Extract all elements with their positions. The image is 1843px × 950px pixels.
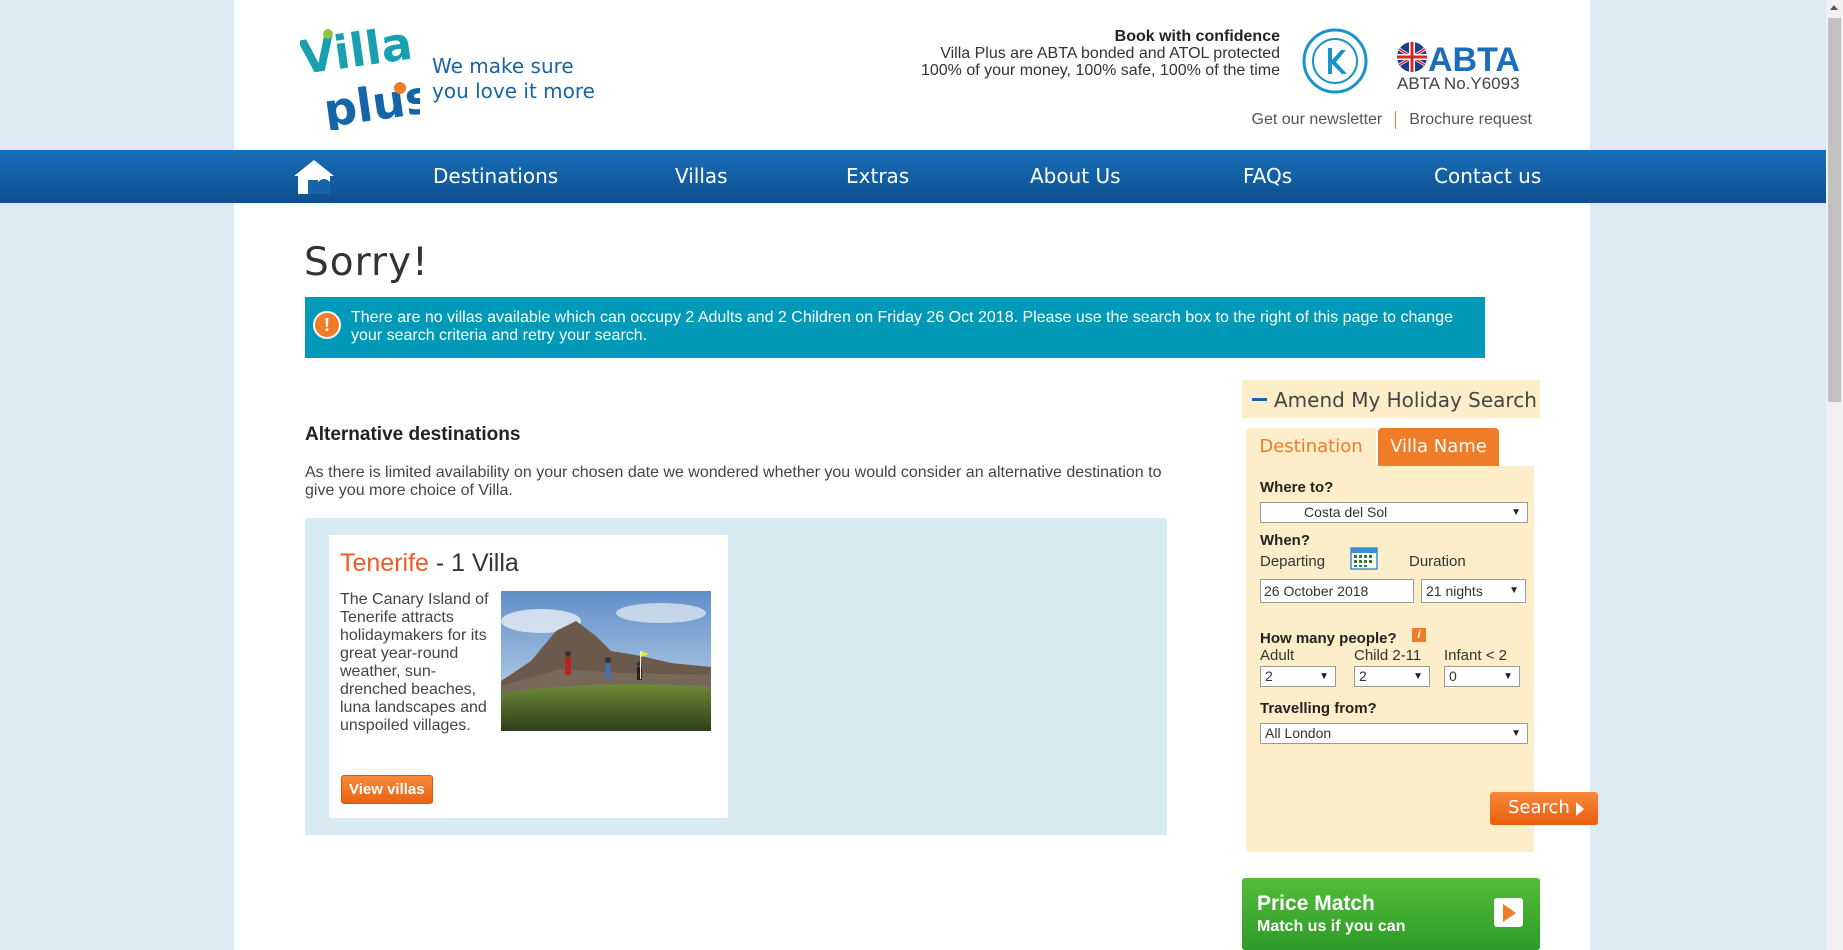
- page-title: Sorry!: [304, 240, 429, 285]
- duration-select[interactable]: 21 nights ▼: [1421, 579, 1526, 603]
- villa-count: - 1 Villa: [428, 549, 519, 577]
- tab-destination[interactable]: Destination: [1246, 428, 1376, 466]
- departure-airport-value: All London: [1265, 725, 1332, 741]
- confidence-line-1: Villa Plus are ABTA bonded and ATOL prot…: [940, 45, 1280, 62]
- chevron-down-icon: ▼: [1503, 671, 1513, 682]
- chevron-down-icon: ▼: [1509, 585, 1519, 596]
- tab-villa-name[interactable]: Villa Name: [1378, 428, 1499, 466]
- destination-description: The Canary Island of Tenerife attracts h…: [340, 591, 489, 734]
- villa-plus-logo[interactable]: Villa plus: [300, 18, 420, 130]
- abta-number: ABTA No.Y6093: [1397, 74, 1520, 93]
- search-button[interactable]: Search: [1490, 792, 1598, 825]
- duration-select-value: 21 nights: [1426, 583, 1483, 599]
- infant-select[interactable]: 0 ▼: [1444, 666, 1520, 687]
- child-select-value: 2: [1359, 668, 1367, 684]
- price-match-subtitle: Match us if you can: [1257, 918, 1406, 935]
- adult-label: Adult: [1260, 647, 1295, 664]
- departure-airport-select[interactable]: All London ▼: [1260, 723, 1528, 744]
- departing-date-input[interactable]: 26 October 2018: [1260, 579, 1414, 603]
- play-arrow-icon: [1576, 802, 1584, 816]
- nav-faqs[interactable]: FAQs: [1243, 150, 1292, 203]
- alternative-destinations-title: Alternative destinations: [305, 424, 521, 445]
- travelling-from-label: Travelling from?: [1260, 700, 1377, 717]
- amend-search-header[interactable]: Amend My Holiday Search: [1242, 380, 1540, 418]
- when-label: When?: [1260, 532, 1310, 549]
- chevron-down-icon: ▼: [1413, 671, 1423, 682]
- newsletter-link[interactable]: Get our newsletter: [1252, 111, 1383, 129]
- tenerife-photo[interactable]: [501, 591, 711, 731]
- home-icon[interactable]: [292, 158, 336, 196]
- calendar-icon[interactable]: [1350, 547, 1378, 570]
- infant-label: Infant < 2: [1444, 647, 1507, 664]
- play-arrow-icon: [1494, 898, 1523, 927]
- nav-about-us[interactable]: About Us: [1030, 150, 1121, 203]
- main-nav: Destinations Villas Extras About Us FAQs…: [234, 150, 1590, 203]
- confidence-block: Book with confidence Villa Plus are ABTA…: [921, 28, 1280, 79]
- alert-text: There are no villas available which can …: [351, 309, 1453, 344]
- tagline-line-2: you love it more: [432, 79, 595, 103]
- destination-select-value: Costa del Sol: [1304, 504, 1388, 520]
- site-header: Villa plus We make sure you love it more…: [234, 0, 1590, 150]
- tagline: We make sure you love it more: [432, 54, 595, 104]
- chevron-down-icon: ▼: [1511, 507, 1521, 518]
- scrollbar-thumb[interactable]: [1828, 18, 1841, 402]
- destination-name[interactable]: Tenerife: [340, 549, 429, 577]
- nav-extras[interactable]: Extras: [846, 150, 909, 203]
- nav-destinations[interactable]: Destinations: [433, 150, 558, 203]
- alternative-destinations-desc: As there is limited availability on your…: [305, 464, 1162, 499]
- duration-label: Duration: [1409, 553, 1466, 570]
- scroll-up-icon[interactable]: [1830, 5, 1838, 10]
- chevron-down-icon: ▼: [1511, 728, 1521, 739]
- chevron-down-icon: ▼: [1319, 671, 1329, 682]
- price-match-banner[interactable]: Price Match Match us if you can: [1242, 878, 1540, 950]
- header-links: Get our newsletter Brochure request: [1252, 111, 1532, 129]
- page-container: Villa plus We make sure you love it more…: [234, 0, 1598, 950]
- tagline-line-1: We make sure: [432, 54, 574, 78]
- atol-protected-logo: [1302, 28, 1368, 94]
- collapse-icon[interactable]: [1252, 398, 1267, 401]
- adult-select[interactable]: 2 ▼: [1260, 666, 1336, 687]
- vertical-scrollbar[interactable]: [1826, 0, 1843, 950]
- no-availability-alert: ! There are no villas available which ca…: [305, 297, 1485, 358]
- search-button-label: Search: [1508, 797, 1570, 818]
- nav-villas[interactable]: Villas: [675, 150, 728, 203]
- view-villas-button[interactable]: View villas: [341, 775, 433, 804]
- info-icon[interactable]: i: [1412, 628, 1426, 642]
- amend-search-title: Amend My Holiday Search: [1274, 388, 1537, 412]
- destination-select[interactable]: Costa del Sol ▼: [1260, 502, 1528, 523]
- alert-icon: !: [313, 311, 341, 339]
- how-many-people-label: How many people?: [1260, 630, 1397, 647]
- brochure-request-link[interactable]: Brochure request: [1409, 111, 1532, 129]
- child-select[interactable]: 2 ▼: [1354, 666, 1430, 687]
- price-match-title: Price Match: [1257, 892, 1375, 915]
- nav-contact-us[interactable]: Contact us: [1434, 150, 1541, 203]
- where-to-label: Where to?: [1260, 479, 1334, 496]
- infant-select-value: 0: [1449, 668, 1457, 684]
- departing-label: Departing: [1260, 553, 1326, 570]
- link-divider: [1395, 111, 1397, 129]
- destination-card-title: Tenerife - 1 Villa: [340, 549, 519, 578]
- confidence-line-2: 100% of your money, 100% safe, 100% of t…: [920, 62, 1280, 79]
- destination-card: Tenerife - 1 Villa The Canary Island of …: [329, 535, 728, 818]
- child-label: Child 2-11: [1354, 647, 1422, 664]
- confidence-title: Book with confidence: [1114, 28, 1280, 45]
- alternative-destinations-panel: Tenerife - 1 Villa The Canary Island of …: [305, 518, 1167, 835]
- adult-select-value: 2: [1265, 668, 1273, 684]
